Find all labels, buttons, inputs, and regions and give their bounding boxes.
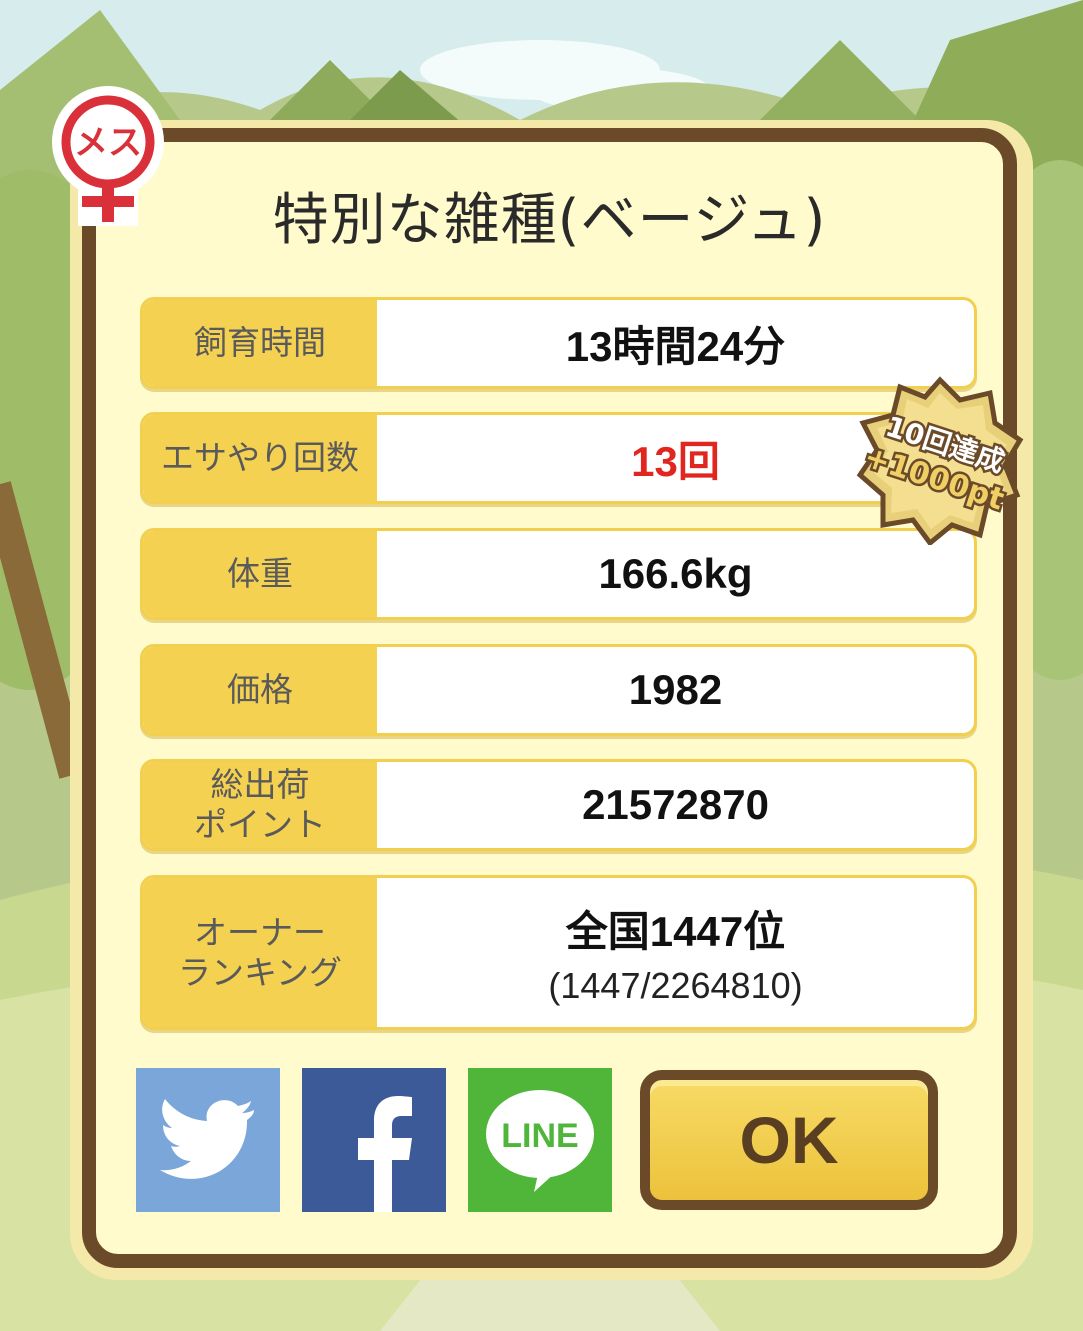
stat-label-line1: 総出荷	[210, 765, 310, 805]
stat-label-line1: オーナー	[193, 912, 326, 952]
stat-label: エサやり回数	[143, 415, 377, 501]
stat-label-line2: ポイント	[194, 805, 326, 844]
gender-label: メス	[74, 123, 142, 163]
stat-row-feed-count: エサやり回数 13回	[140, 412, 977, 504]
ranking-detail: (1447/2264810)	[548, 965, 803, 1006]
stat-row-owner-ranking: オーナー ランキング 全国1447位 (1447/2264810)	[140, 875, 977, 1030]
stat-value: 全国1447位 (1447/2264810)	[377, 878, 974, 1027]
stat-label: 総出荷 ポイント	[143, 762, 377, 848]
line-logo-text: LINE	[501, 1117, 578, 1155]
achievement-badge: 10回達成 +1000pt	[856, 376, 1024, 545]
stat-row-price: 価格 1982	[140, 644, 977, 736]
line-logo-icon: LINE	[486, 1090, 594, 1192]
line-share-button[interactable]: LINE	[468, 1068, 612, 1212]
stat-label: 体重	[143, 531, 377, 617]
stat-value: 1982	[628, 666, 723, 713]
pet-name-title: 特別な雑種(ベージュ)	[272, 188, 827, 253]
stat-label: オーナー ランキング	[143, 878, 377, 1027]
ok-button[interactable]: OK	[640, 1070, 938, 1210]
stat-label-line2: ランキング	[177, 952, 342, 992]
stat-value: 21572870	[582, 781, 769, 828]
twitter-share-button[interactable]	[136, 1068, 280, 1212]
stat-row-total-shipping-points: 総出荷 ポイント 21572870	[140, 759, 977, 851]
stat-label: 飼育時間	[143, 300, 377, 386]
stat-label: 価格	[143, 647, 377, 733]
facebook-share-button[interactable]	[302, 1068, 446, 1212]
stat-value: 13時間24分	[565, 322, 786, 370]
facebook-f-icon	[358, 1096, 412, 1212]
ranking-value: 全国1447位	[565, 908, 786, 955]
stat-row-weight: 体重 166.6kg	[140, 528, 977, 620]
stat-row-breeding-time: 飼育時間 13時間24分	[140, 297, 977, 389]
twitter-bird-icon	[160, 1099, 254, 1179]
